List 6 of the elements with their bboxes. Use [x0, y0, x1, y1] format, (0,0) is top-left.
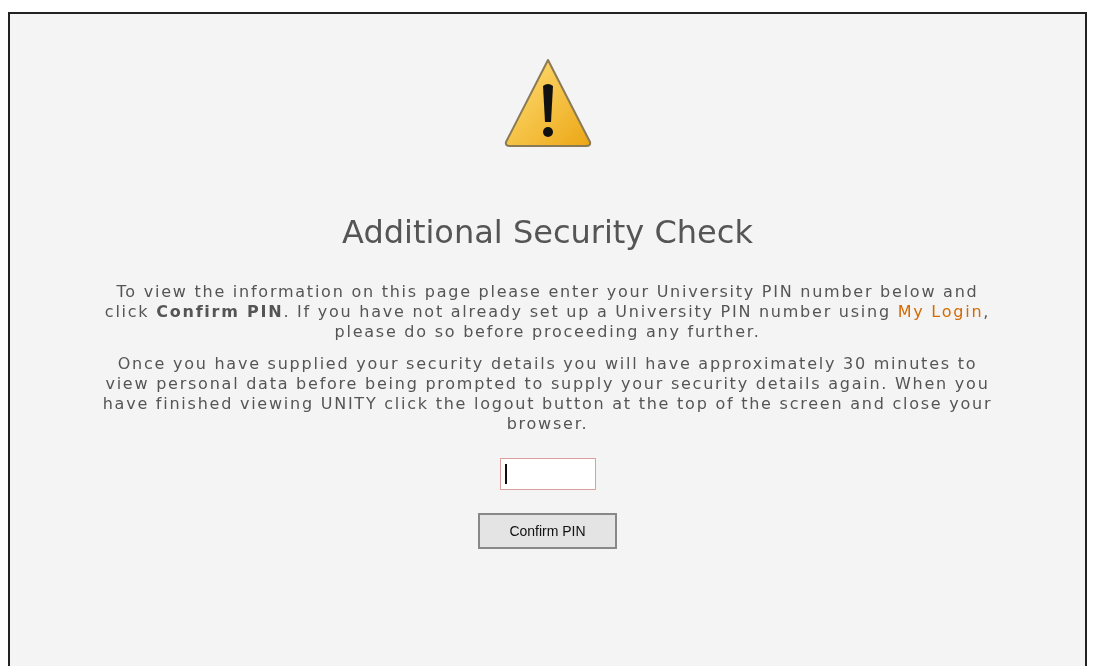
page-title: Additional Security Check: [342, 212, 753, 252]
session-notice-paragraph: Once you have supplied your security details you will have approximately 30 minutes to view personal data before being prompted to supply your security details again. When you have finished viewing UNITY click the logout button at the top of the screen and close your browser.: [102, 354, 993, 434]
instructions-paragraph: To view the information on this page please enter your University PIN number below and click Confirm PIN. If you have not already set up a University PIN number using My Login, please do so before proceeding any further.: [103, 282, 992, 342]
pin-input-field[interactable]: [499, 458, 596, 490]
text-cursor-icon: [504, 464, 507, 484]
confirm-pin-button[interactable]: Confirm PIN: [478, 513, 617, 549]
